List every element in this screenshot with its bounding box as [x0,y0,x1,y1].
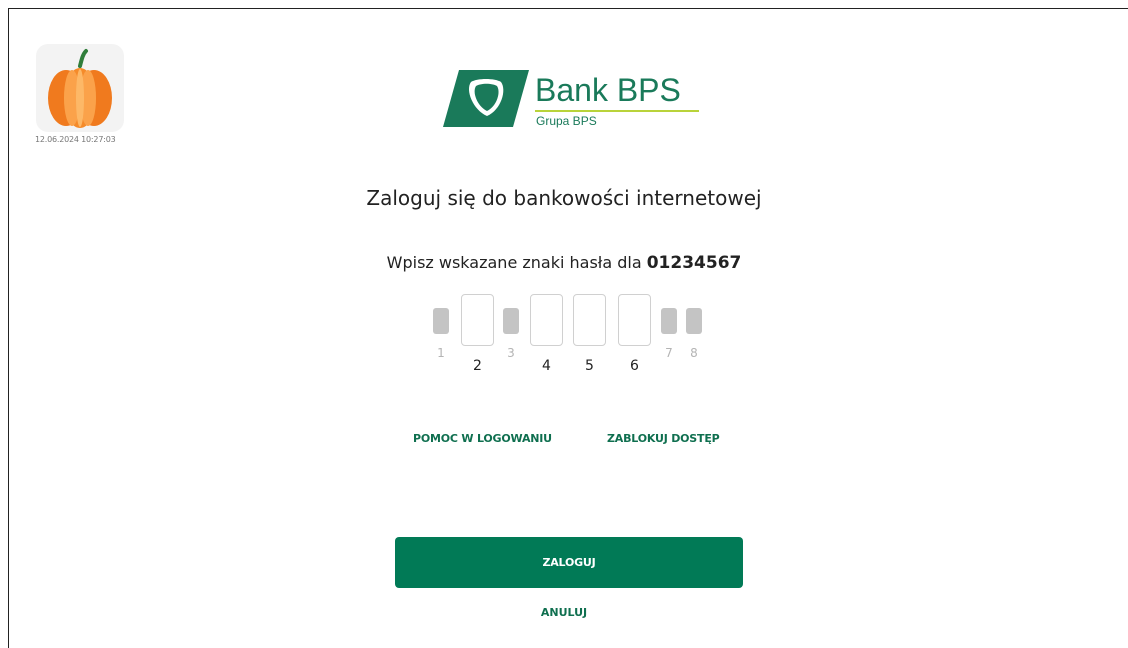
login-help-link[interactable]: POMOC W LOGOWANIU [413,432,552,445]
login-id: 01234567 [646,253,742,273]
password-position-label: 4 [542,358,551,374]
bank-name: Bank BPS [535,72,681,108]
password-char-input[interactable] [573,294,606,346]
page-title: Zaloguj się do bankowości internetowej [366,186,762,210]
bank-logo: Bank BPS Grupa BPS [443,70,703,132]
password-position-label: 1 [437,346,445,360]
password-char-input[interactable] [618,294,651,346]
cancel-link[interactable]: ANULUJ [0,606,1128,619]
instruction-text: Wpisz wskazane znaki hasła dla [386,253,647,272]
block-access-link[interactable]: ZABLOKUJ DOSTĘP [607,432,720,445]
avatar[interactable] [36,44,124,132]
password-position-label: 2 [473,358,482,374]
password-position-label: 6 [630,358,639,374]
password-position-label: 3 [507,346,515,360]
bank-bps-logo-icon [443,70,529,127]
password-position-label: 5 [585,358,594,374]
password-slot-disabled [433,308,449,334]
password-slot-disabled [661,308,677,334]
password-position-label: 7 [665,346,673,360]
password-slot-disabled [686,308,702,334]
password-char-input[interactable] [461,294,494,346]
pumpkin-icon [48,49,112,128]
password-char-input[interactable] [530,294,563,346]
login-links: POMOC W LOGOWANIU ZABLOKUJ DOSTĘP [0,432,1128,452]
password-slot-disabled [503,308,519,334]
masked-password-row: 1 2 3 4 5 6 7 8 [0,294,1128,384]
password-position-label: 8 [690,346,698,360]
logo-underline [535,110,699,112]
bank-group-name: Grupa BPS [536,114,597,128]
avatar-timestamp: 12.06.2024 10:27:03 [35,135,116,144]
password-instruction: Wpisz wskazane znaki hasła dla 01234567 [0,253,1128,273]
login-button[interactable]: ZALOGUJ [395,537,743,588]
